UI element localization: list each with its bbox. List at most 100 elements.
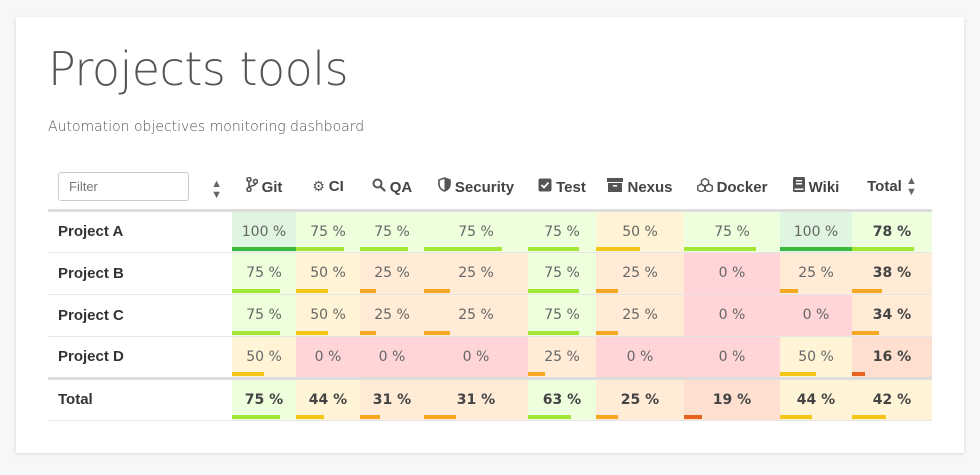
score-cell-qa: 75 %	[360, 210, 424, 253]
column-header-total[interactable]: Total ▲ ▼	[852, 165, 932, 212]
score-cell-docker: 0 %	[684, 336, 780, 379]
score-cell-total: 16 %	[852, 336, 932, 379]
score-value: 25 %	[544, 348, 580, 365]
column-label: Git	[261, 179, 283, 197]
progress-bar	[360, 330, 376, 335]
score-value: 75 %	[458, 223, 494, 240]
score-cell-git: 75 %	[232, 294, 296, 337]
column-label: Nexus	[627, 178, 673, 196]
score-value: 31 %	[372, 391, 412, 408]
score-cell-git: 75 %	[232, 252, 296, 295]
score-cell-security: 31 %	[424, 376, 528, 421]
score-cell-ci: 44 %	[296, 376, 360, 421]
score-cell-nexus: 25 %	[596, 252, 684, 295]
score-cell-test: 75 %	[528, 252, 596, 295]
progress-bar	[424, 414, 457, 419]
score-value: 75 %	[714, 223, 750, 240]
score-value: 25 %	[622, 265, 658, 281]
score-cell-docker: 19 %	[684, 376, 780, 421]
table-header-row: ▲▼ Git ⚙CI QA Security Test Nexus Docker	[48, 165, 932, 212]
progress-bar	[232, 371, 264, 376]
project-name: Project A	[48, 210, 232, 253]
archive-icon	[607, 177, 624, 195]
progress-bar	[852, 330, 880, 335]
score-cell-qa: 31 %	[360, 376, 424, 421]
progress-bar	[424, 330, 450, 335]
progress-bar	[596, 246, 640, 251]
score-cell-docker: 75 %	[684, 210, 780, 253]
checkbox-icon	[538, 178, 552, 195]
column-header-docker[interactable]: Docker	[684, 165, 780, 212]
column-label: QA	[389, 178, 413, 196]
project-name: Project D	[48, 336, 232, 379]
column-header-nexus[interactable]: Nexus	[596, 165, 684, 212]
score-value: 75 %	[544, 265, 580, 281]
score-cell-wiki: 100 %	[780, 210, 852, 253]
progress-bar	[232, 414, 280, 419]
cubes-icon	[696, 177, 713, 195]
progress-bar	[684, 246, 756, 251]
sort-icon: ▲ ▼	[906, 174, 917, 198]
score-value: 31 %	[456, 391, 496, 408]
progress-bar	[596, 288, 618, 293]
score-cell-test: 63 %	[528, 376, 596, 421]
score-value: 25 %	[620, 391, 660, 408]
gear-icon: ⚙	[312, 178, 325, 195]
score-value: 0 %	[802, 307, 830, 323]
score-cell-wiki: 25 %	[780, 252, 852, 295]
progress-bar	[296, 288, 328, 293]
score-cell-docker: 0 %	[684, 294, 780, 337]
score-value: 50 %	[798, 348, 834, 365]
score-cell-security: 75 %	[424, 210, 528, 253]
progress-bar	[528, 371, 545, 376]
progress-bar	[232, 288, 280, 293]
score-value: 25 %	[374, 265, 410, 281]
table-row: Project B 75 % 50 % 25 % 25 % 75 % 25 % 0 % 25 …	[48, 252, 932, 295]
score-value: 44 %	[796, 391, 836, 408]
column-label: Total	[867, 177, 902, 195]
column-header-security[interactable]: Security	[424, 165, 528, 212]
score-value: 75 %	[544, 223, 580, 240]
score-value: 25 %	[622, 307, 658, 323]
total-row: Total 75 % 44 % 31 % 31 % 63 % 25 % 19 % 44 % 42…	[48, 376, 932, 421]
score-value: 34 %	[872, 307, 912, 323]
score-cell-nexus: 50 %	[596, 210, 684, 253]
page-subtitle: Automation objectives monitoring dashboa…	[48, 119, 365, 135]
score-value: 42 %	[872, 391, 912, 408]
score-cell-git: 100 %	[232, 210, 296, 253]
score-value: 0 %	[314, 348, 342, 365]
progress-bar	[852, 371, 865, 376]
column-header-git[interactable]: Git	[232, 165, 296, 212]
score-value: 25 %	[458, 265, 494, 281]
progress-bar	[232, 330, 280, 335]
progress-bar	[528, 414, 571, 419]
score-cell-nexus: 0 %	[596, 336, 684, 379]
progress-bar	[852, 246, 915, 251]
progress-bar	[528, 288, 579, 293]
column-header-ci[interactable]: ⚙ CI	[296, 165, 360, 212]
progress-bar	[684, 414, 703, 419]
sort-icon[interactable]: ▲ ▼	[211, 179, 222, 201]
score-value: 38 %	[872, 265, 912, 281]
score-value: 0 %	[718, 348, 746, 365]
score-cell-qa: 0 %	[360, 336, 424, 379]
score-cell-nexus: 25 %	[596, 376, 684, 421]
progress-bar	[596, 330, 618, 335]
score-cell-wiki: 0 %	[780, 294, 852, 337]
column-header-qa[interactable]: QA	[360, 165, 424, 212]
score-cell-total: 42 %	[852, 376, 932, 421]
score-value: 50 %	[622, 223, 658, 240]
score-value: 0 %	[626, 348, 654, 365]
score-value: 0 %	[378, 348, 406, 365]
column-header-test[interactable]: Test	[528, 165, 596, 212]
filter-input[interactable]	[58, 172, 189, 202]
project-name: Project B	[48, 252, 232, 295]
git-branch-icon	[245, 176, 258, 195]
score-value: 0 %	[462, 348, 490, 365]
score-value: 75 %	[244, 391, 284, 408]
column-label: Test	[556, 178, 586, 196]
column-header-wiki[interactable]: Wiki	[780, 165, 852, 212]
score-cell-qa: 25 %	[360, 294, 424, 337]
table-row: Project D 50 % 0 % 0 % 0 % 25 % 0 % 0 % 50 % 16 …	[48, 336, 932, 379]
score-cell-test: 75 %	[528, 294, 596, 337]
